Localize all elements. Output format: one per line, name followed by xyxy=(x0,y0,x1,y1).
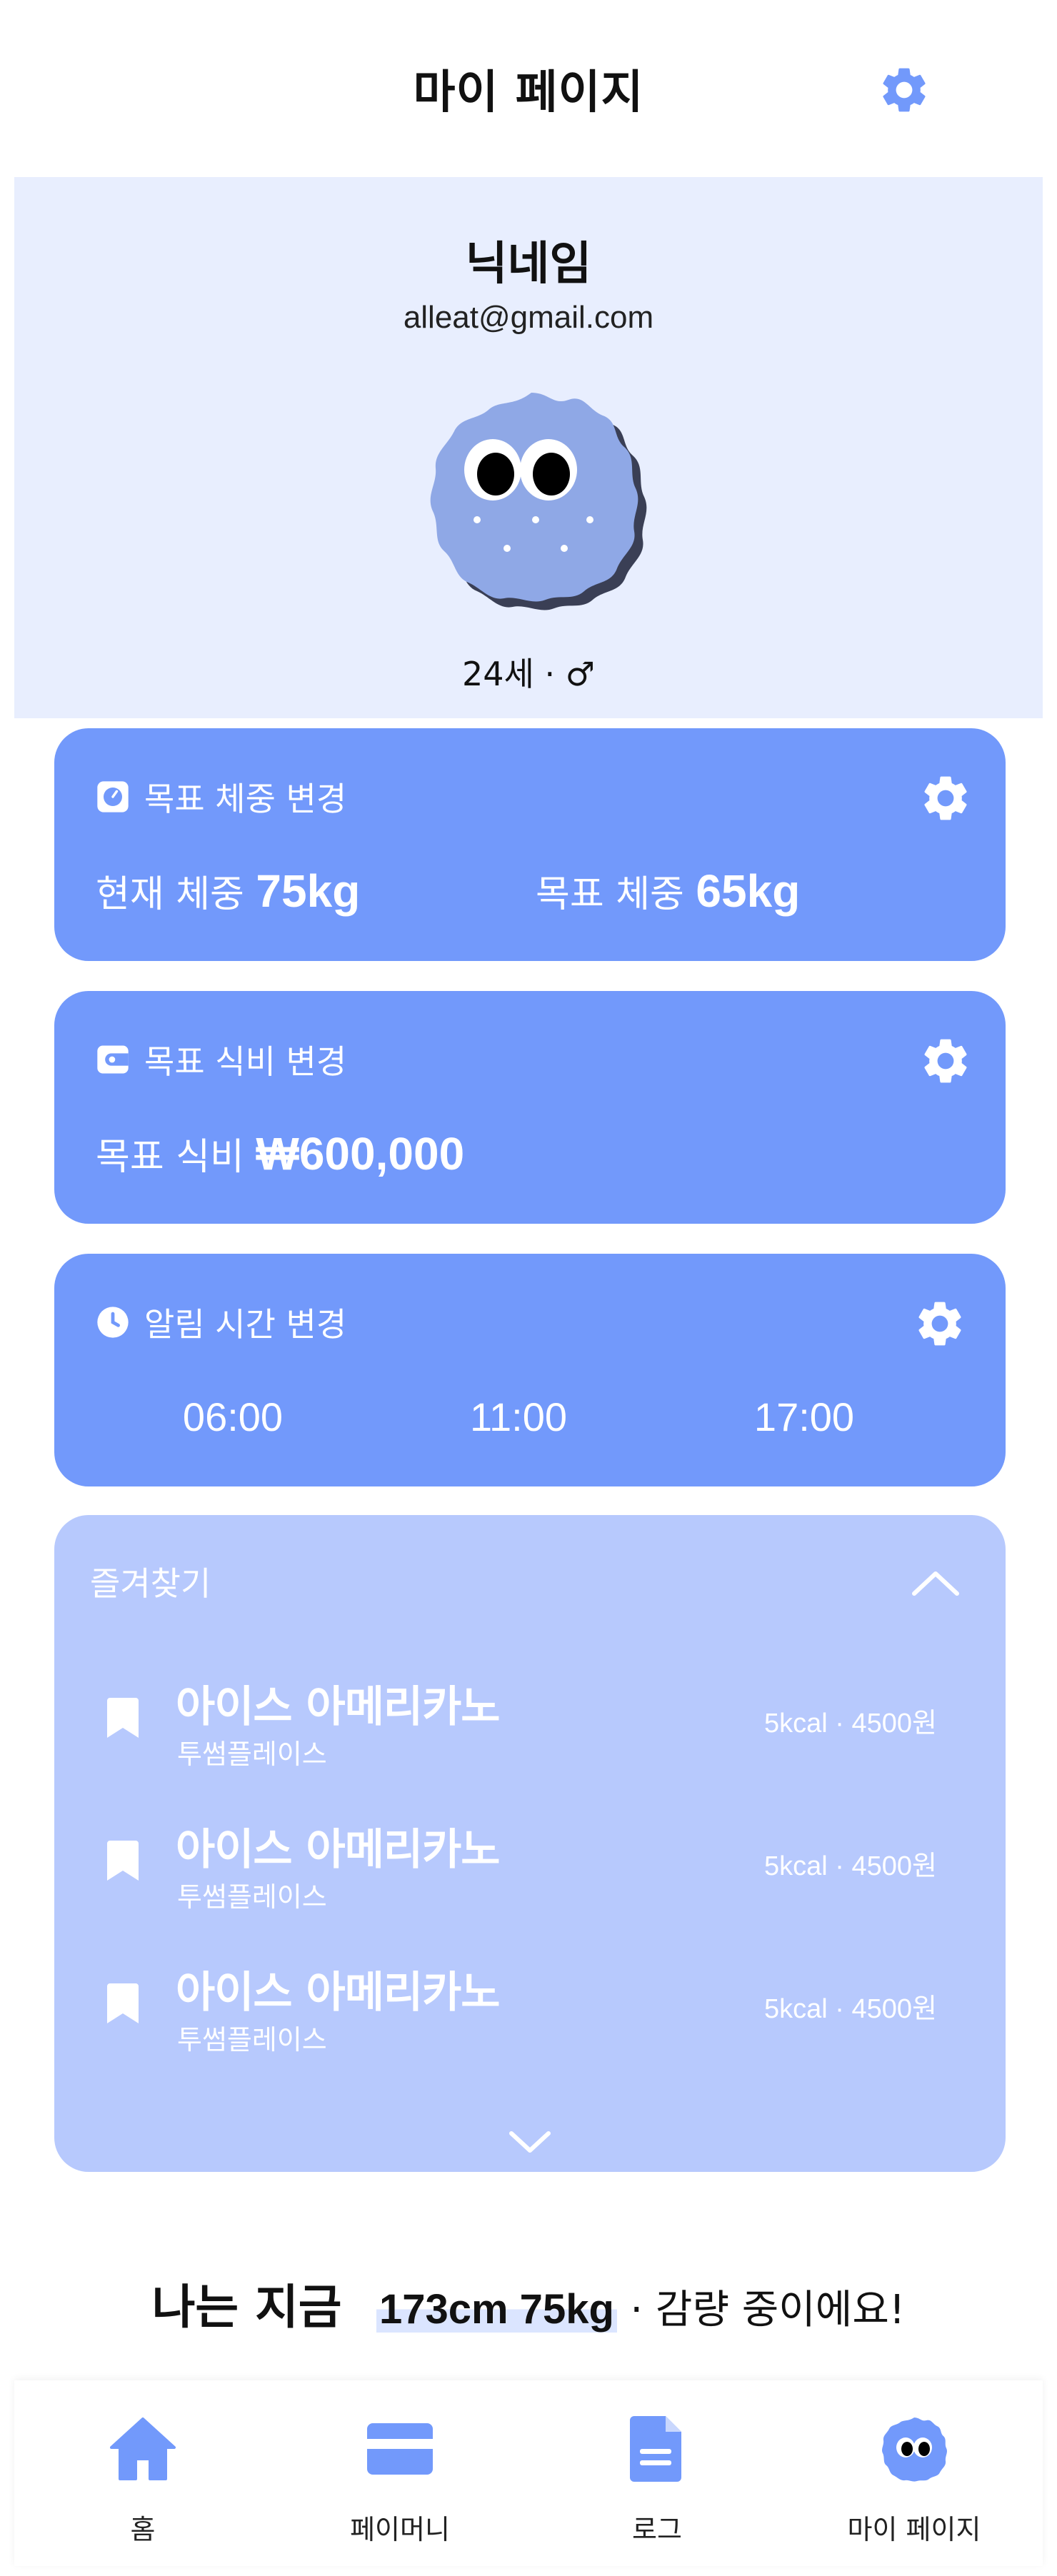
nickname: 닉네임 xyxy=(465,238,592,291)
nav-item-mypage[interactable]: 마이 페이지 xyxy=(786,2380,1043,2566)
profile-section: 닉네임 alleat@gmail.com 24세 · ♂ xyxy=(14,177,1043,718)
status-lead: 나는 지금 xyxy=(151,2280,342,2335)
favorite-item-meta: 5kcal · 4500원 xyxy=(764,1709,937,1739)
favorites-title: 즐겨찾기 xyxy=(90,1564,211,1603)
gender-male-icon: ♂ xyxy=(565,655,595,693)
favorite-item[interactable]: 아이스 아메리카노 투썸플레이스 5kcal · 4500원 xyxy=(54,1658,1006,1772)
budget-goal-card[interactable]: 목표 식비 변경 목표 식비 ₩600,000 xyxy=(54,991,1006,1224)
current-weight-label: 현재 체중 xyxy=(96,873,244,916)
status-highlight: 173cm 75kg xyxy=(376,2286,617,2333)
favorite-item-place: 투썸플레이스 xyxy=(177,1739,327,1770)
nav-label-home: 홈 xyxy=(130,2514,156,2545)
bookmark-icon[interactable] xyxy=(106,1981,140,2026)
bottom-navigation: 홈 페이머니 로그 마이 페이지 xyxy=(14,2380,1043,2566)
header: 마이 페이지 xyxy=(0,0,1057,175)
weight-card-title: 목표 체중 변경 xyxy=(144,780,347,818)
nav-item-home[interactable]: 홈 xyxy=(14,2380,271,2566)
alarm-time-card[interactable]: 알림 시간 변경 06:00 11:00 17:00 xyxy=(54,1254,1006,1486)
status-tail: · 감량 중이에요! xyxy=(630,2287,906,2333)
chevron-down-icon[interactable] xyxy=(507,2128,553,2156)
favorite-item-place: 투썸플레이스 xyxy=(177,1881,327,1913)
alarm-card-header: 알림 시간 변경 xyxy=(94,1301,346,1344)
clock-icon xyxy=(97,1307,129,1338)
favorite-item-name: 아이스 아메리카노 xyxy=(176,1968,500,2018)
budget-settings-gear-icon[interactable] xyxy=(918,1034,973,1088)
home-icon xyxy=(110,2417,176,2480)
budget-amount: 목표 식비 ₩600,000 xyxy=(96,1127,464,1180)
nav-item-paymoney[interactable]: 페이머니 xyxy=(271,2380,528,2566)
weight-goal-card[interactable]: 목표 체중 변경 현재 체중 75kg 목표 체중 65kg xyxy=(54,728,1006,961)
character-icon xyxy=(882,2417,947,2482)
favorite-item-meta: 5kcal · 4500원 xyxy=(764,1994,937,2024)
bookmark-icon[interactable] xyxy=(106,1695,140,1741)
email: alleat@gmail.com xyxy=(403,300,654,335)
alarm-time-3[interactable]: 17:00 xyxy=(697,1394,911,1440)
bookmark-icon[interactable] xyxy=(106,1838,140,1883)
favorite-item-name: 아이스 아메리카노 xyxy=(176,1825,500,1875)
document-icon xyxy=(630,2416,681,2482)
nav-label-log: 로그 xyxy=(632,2514,682,2545)
current-weight: 현재 체중 75kg xyxy=(96,864,360,917)
budget-card-title: 목표 식비 변경 xyxy=(144,1042,347,1081)
budget-card-header: 목표 식비 변경 xyxy=(94,1038,346,1081)
settings-gear-icon[interactable] xyxy=(877,63,931,117)
alarm-time-1[interactable]: 06:00 xyxy=(126,1394,340,1440)
scale-icon xyxy=(97,781,129,812)
body-status: 나는 지금 173cm 75kg · 감량 중이에요! xyxy=(0,2269,1057,2338)
nav-label-paymoney: 페이머니 xyxy=(350,2514,450,2545)
weight-settings-gear-icon[interactable] xyxy=(918,771,973,825)
nav-label-mypage: 마이 페이지 xyxy=(847,2514,981,2545)
age-gender: 24세 · ♂ xyxy=(14,648,1043,695)
alarm-time-2[interactable]: 11:00 xyxy=(411,1394,626,1440)
avatar-character-icon xyxy=(430,393,647,610)
target-weight-label: 목표 체중 xyxy=(536,873,684,916)
separator: · xyxy=(544,655,556,693)
favorite-item-name: 아이스 아메리카노 xyxy=(176,1682,500,1732)
target-weight: 목표 체중 65kg xyxy=(536,864,800,917)
alarm-settings-gear-icon[interactable] xyxy=(913,1297,967,1351)
target-weight-value: 65kg xyxy=(696,865,801,917)
age: 24세 xyxy=(462,655,534,693)
nav-item-log[interactable]: 로그 xyxy=(528,2380,786,2566)
budget-value: ₩600,000 xyxy=(256,1128,465,1179)
favorites-panel: 즐겨찾기 아이스 아메리카노 투썸플레이스 5kcal · 4500원 아이스 … xyxy=(54,1515,1006,2172)
favorite-item-meta: 5kcal · 4500원 xyxy=(764,1851,937,1881)
card-icon xyxy=(367,2423,433,2475)
alarm-card-title: 알림 시간 변경 xyxy=(144,1305,347,1344)
budget-label: 목표 식비 xyxy=(96,1136,244,1179)
weight-card-header: 목표 체중 변경 xyxy=(94,775,346,818)
favorite-item[interactable]: 아이스 아메리카노 투썸플레이스 5kcal · 4500원 xyxy=(54,1801,1006,1915)
wallet-icon xyxy=(97,1045,129,1074)
favorite-item[interactable]: 아이스 아메리카노 투썸플레이스 5kcal · 4500원 xyxy=(54,1943,1006,2058)
current-weight-value: 75kg xyxy=(256,865,361,917)
favorite-item-place: 투썸플레이스 xyxy=(177,2024,327,2056)
chevron-up-icon[interactable] xyxy=(910,1566,961,1598)
